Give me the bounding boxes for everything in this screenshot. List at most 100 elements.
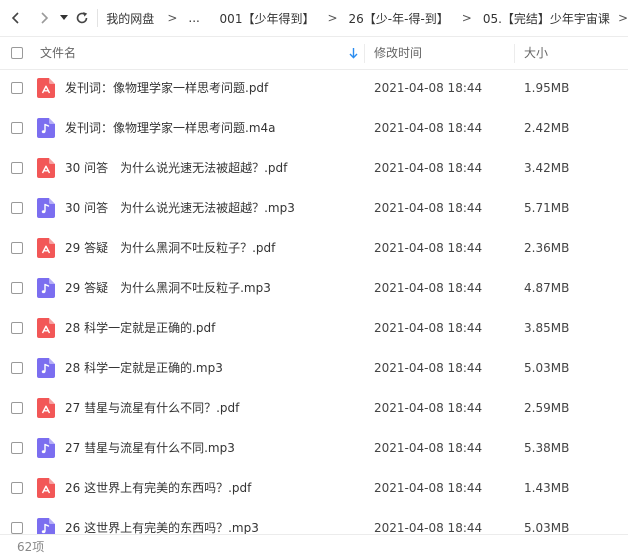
chevron-left-icon — [11, 12, 19, 24]
file-name[interactable]: 28 科学一定就是正确的.mp3 — [65, 348, 223, 388]
file-modified-date: 2021-04-08 18:44 — [374, 521, 483, 534]
column-name-header[interactable]: 文件名 — [40, 37, 76, 69]
file-size: 4.87MB — [524, 281, 570, 295]
row-checkbox[interactable] — [11, 282, 23, 294]
audio-file-icon — [37, 278, 55, 298]
file-name[interactable]: 29 答疑 为什么黑洞不吐反粒子？.pdf — [65, 228, 275, 268]
file-name[interactable]: 29 答疑 为什么黑洞不吐反粒子.mp3 — [65, 268, 271, 308]
file-size: 5.71MB — [524, 201, 570, 215]
column-modified-header[interactable]: 修改时间 — [374, 37, 422, 69]
row-checkbox[interactable] — [11, 322, 23, 334]
file-name[interactable]: 28 科学一定就是正确的.pdf — [65, 308, 215, 348]
file-row[interactable]: 30 问答 为什么说光速无法被超越？.mp3 2021-04-08 18:44 5.… — [0, 188, 628, 228]
breadcrumb-separator: > — [327, 11, 338, 25]
row-checkbox[interactable] — [11, 82, 23, 94]
column-header: 文件名 修改时间 大小 — [0, 36, 628, 70]
file-size: 1.95MB — [524, 81, 570, 95]
breadcrumb-item-current[interactable]: 05.【完结】少年宇宙课 — [483, 10, 610, 27]
file-name[interactable]: 26 这世界上有完美的东西吗？.pdf — [65, 468, 251, 508]
select-all-checkbox[interactable] — [11, 47, 23, 59]
file-size: 5.03MB — [524, 521, 570, 534]
file-modified-date: 2021-04-08 18:44 — [374, 161, 483, 175]
file-name[interactable]: 30 问答 为什么说光速无法被超越？.mp3 — [65, 188, 295, 228]
file-row[interactable]: 27 彗星与流星有什么不同.mp3 2021-04-08 18:44 5.38MB — [0, 428, 628, 468]
toolbar-divider — [97, 9, 99, 27]
audio-file-icon — [37, 518, 55, 534]
file-size: 2.59MB — [524, 401, 570, 415]
file-row[interactable]: 30 问答 为什么说光速无法被超越？.pdf 2021-04-08 18:44 3.… — [0, 148, 628, 188]
file-modified-date: 2021-04-08 18:44 — [374, 361, 483, 375]
file-size: 3.85MB — [524, 321, 570, 335]
file-modified-date: 2021-04-08 18:44 — [374, 441, 483, 455]
refresh-button[interactable] — [72, 0, 92, 36]
pdf-file-icon — [37, 78, 55, 98]
back-button[interactable] — [0, 0, 32, 36]
breadcrumb-item[interactable]: 我的网盘 — [106, 10, 154, 27]
row-checkbox[interactable] — [11, 162, 23, 174]
history-dropdown-button[interactable] — [56, 0, 72, 36]
file-modified-date: 2021-04-08 18:44 — [374, 81, 483, 95]
breadcrumb-ellipsis[interactable]: ... — [188, 11, 199, 25]
pdf-file-icon — [37, 478, 55, 498]
row-checkbox[interactable] — [11, 202, 23, 214]
file-name[interactable]: 发刊词：像物理学家一样思考问题.pdf — [65, 68, 268, 108]
file-row[interactable]: 28 科学一定就是正确的.pdf 2021-04-08 18:44 3.85MB — [0, 308, 628, 348]
file-name[interactable]: 发刊词：像物理学家一样思考问题.m4a — [65, 108, 276, 148]
file-row[interactable]: 26 这世界上有完美的东西吗？.mp3 2021-04-08 18:44 5.03M… — [0, 508, 628, 534]
file-name[interactable]: 30 问答 为什么说光速无法被超越？.pdf — [65, 148, 287, 188]
pdf-file-icon — [37, 398, 55, 418]
item-count: 62项 — [17, 540, 45, 554]
pdf-file-icon — [37, 158, 55, 178]
pdf-file-icon — [37, 238, 55, 258]
forward-button[interactable] — [32, 0, 55, 36]
file-modified-date: 2021-04-08 18:44 — [374, 401, 483, 415]
file-size: 2.36MB — [524, 241, 570, 255]
row-checkbox[interactable] — [11, 362, 23, 374]
file-modified-date: 2021-04-08 18:44 — [374, 121, 483, 135]
file-modified-date: 2021-04-08 18:44 — [374, 241, 483, 255]
column-divider[interactable] — [364, 44, 365, 63]
audio-file-icon — [37, 438, 55, 458]
row-checkbox[interactable] — [11, 242, 23, 254]
file-name[interactable]: 26 这世界上有完美的东西吗？.mp3 — [65, 508, 259, 534]
file-modified-date: 2021-04-08 18:44 — [374, 281, 483, 295]
file-size: 1.43MB — [524, 481, 570, 495]
breadcrumb-separator: > — [461, 11, 472, 25]
file-row[interactable]: 发刊词：像物理学家一样思考问题.m4a 2021-04-08 18:44 2.42M… — [0, 108, 628, 148]
chevron-right-icon — [41, 12, 49, 24]
breadcrumb-separator: > — [617, 11, 628, 25]
audio-file-icon — [37, 198, 55, 218]
file-list: 发刊词：像物理学家一样思考问题.pdf 2021-04-08 18:44 1.95M… — [0, 68, 628, 534]
file-row[interactable]: 28 科学一定就是正确的.mp3 2021-04-08 18:44 5.03MB — [0, 348, 628, 388]
file-name[interactable]: 27 彗星与流星有什么不同.mp3 — [65, 428, 235, 468]
file-size: 5.38MB — [524, 441, 570, 455]
pdf-file-icon — [37, 318, 55, 338]
caret-down-icon — [59, 15, 68, 20]
status-bar: 62项 — [0, 534, 628, 560]
file-row[interactable]: 26 这世界上有完美的东西吗？.pdf 2021-04-08 18:44 1.43M… — [0, 468, 628, 508]
breadcrumb-item[interactable]: 26【少-年-得-到】 — [349, 10, 449, 27]
audio-file-icon — [37, 118, 55, 138]
file-row[interactable]: 27 彗星与流星有什么不同？.pdf 2021-04-08 18:44 2.59MB — [0, 388, 628, 428]
row-checkbox[interactable] — [11, 402, 23, 414]
breadcrumb-item[interactable]: 001【少年得到】 — [220, 10, 315, 27]
file-row[interactable]: 29 答疑 为什么黑洞不吐反粒子.mp3 2021-04-08 18:44 4.87… — [0, 268, 628, 308]
file-row[interactable]: 发刊词：像物理学家一样思考问题.pdf 2021-04-08 18:44 1.95M… — [0, 68, 628, 108]
file-modified-date: 2021-04-08 18:44 — [374, 201, 483, 215]
refresh-icon — [76, 12, 87, 24]
column-divider[interactable] — [514, 44, 515, 63]
file-name[interactable]: 27 彗星与流星有什么不同？.pdf — [65, 388, 239, 428]
row-checkbox[interactable] — [11, 122, 23, 134]
file-size: 2.42MB — [524, 121, 570, 135]
row-checkbox[interactable] — [11, 522, 23, 534]
file-row[interactable]: 29 答疑 为什么黑洞不吐反粒子？.pdf 2021-04-08 18:44 2.3… — [0, 228, 628, 268]
navigation-bar: 我的网盘 > ... 001【少年得到】 > 26【少-年-得-到】 > 05.… — [0, 0, 628, 36]
file-modified-date: 2021-04-08 18:44 — [374, 481, 483, 495]
column-size-header[interactable]: 大小 — [524, 37, 548, 69]
sort-descending-icon[interactable] — [349, 48, 358, 59]
file-size: 3.42MB — [524, 161, 570, 175]
file-modified-date: 2021-04-08 18:44 — [374, 321, 483, 335]
row-checkbox[interactable] — [11, 442, 23, 454]
row-checkbox[interactable] — [11, 482, 23, 494]
breadcrumb-separator: > — [167, 11, 178, 25]
